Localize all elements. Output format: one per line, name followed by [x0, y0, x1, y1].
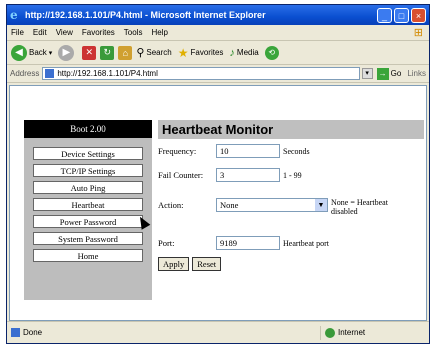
close-button[interactable]: × [411, 7, 426, 23]
forward-arrow-icon: ▶ [58, 44, 75, 61]
nav-auto-ping[interactable]: Auto Ping [33, 181, 143, 194]
home-icon[interactable]: ⌂ [118, 45, 133, 60]
menu-tools[interactable]: Tools [124, 28, 143, 37]
action-select[interactable]: None ▼ [216, 198, 328, 212]
go-label: Go [390, 69, 402, 78]
status-text: Done [23, 328, 43, 337]
nav-power-password[interactable]: Power Password [33, 215, 143, 228]
nav-heartbeat[interactable]: Heartbeat [33, 198, 143, 211]
forward-button[interactable]: ▶ [58, 44, 76, 61]
globe-icon [325, 327, 335, 338]
port-row: Port: 9189 Heartbeat port [158, 236, 329, 250]
menu-edit[interactable]: Edit [33, 28, 47, 37]
sidebar: Boot 2.00 Device Settings TCP/IP Setting… [24, 120, 152, 300]
back-label: Back [29, 48, 47, 57]
menu-help[interactable]: Help [151, 28, 167, 37]
address-input[interactable]: http://192.168.1.101/P4.html [42, 67, 360, 80]
go-button[interactable]: → Go [376, 67, 402, 80]
browser-window: e http://192.168.1.101/P4.html - Microso… [6, 4, 430, 344]
address-bar: Address http://192.168.1.101/P4.html ▾ →… [7, 65, 429, 83]
reset-button[interactable]: Reset [192, 257, 222, 271]
main-panel: Heartbeat Monitor Frequency: 10 Seconds … [158, 120, 424, 271]
refresh-icon[interactable]: ↻ [100, 45, 115, 60]
go-arrow-icon: → [376, 67, 389, 80]
action-label: Action: [158, 200, 184, 210]
search-label: Search [146, 48, 172, 57]
page-content: Boot 2.00 Device Settings TCP/IP Setting… [9, 85, 427, 321]
nav-device-settings[interactable]: Device Settings [33, 147, 143, 160]
stop-icon[interactable]: ✕ [82, 45, 97, 60]
back-dropdown-icon[interactable]: ▾ [49, 49, 53, 57]
fail-counter-input[interactable]: 3 [216, 168, 280, 182]
action-row: Action: None ▼ None = Heartbeat disabled [158, 198, 411, 216]
star-icon: ★ [177, 45, 189, 60]
history-icon[interactable]: ⟲ [264, 45, 279, 60]
media-icon: ♪ [229, 46, 235, 59]
title-bar[interactable]: e http://192.168.1.101/P4.html - Microso… [7, 5, 429, 25]
media-button[interactable]: ♪ Media [229, 47, 258, 59]
nav-tcpip-settings[interactable]: TCP/IP Settings [33, 164, 143, 177]
address-dropdown-icon[interactable]: ▾ [361, 68, 373, 79]
back-arrow-icon: ◀ [11, 44, 27, 61]
page-icon [11, 328, 20, 337]
menu-file[interactable]: File [11, 28, 24, 37]
action-selected-value: None [220, 200, 239, 210]
frequency-label: Frequency: [158, 146, 197, 156]
back-button[interactable]: ◀ Back ▾ [11, 44, 53, 61]
port-label: Port: [158, 238, 175, 248]
frequency-input[interactable]: 10 [216, 144, 280, 158]
fail-counter-label: Fail Counter: [158, 169, 204, 180]
frequency-row: Frequency: 10 Seconds [158, 144, 310, 158]
address-label: Address [10, 69, 40, 78]
maximize-button[interactable]: □ [394, 7, 409, 23]
search-icon: ⚲ [136, 47, 145, 59]
favorites-button[interactable]: ★ Favorites [178, 46, 224, 60]
boot-version: Boot 2.00 [24, 120, 152, 138]
fail-counter-range: 1 - 99 [283, 170, 302, 180]
page-title: Heartbeat Monitor [158, 120, 424, 139]
nav-home[interactable]: Home [33, 249, 143, 262]
favorites-label: Favorites [190, 48, 224, 57]
address-url: http://192.168.1.101/P4.html [57, 69, 158, 78]
page-icon [45, 69, 55, 78]
security-zone: Internet [320, 325, 425, 340]
zone-text: Internet [338, 328, 366, 337]
nav-system-password[interactable]: System Password [33, 232, 143, 245]
search-button[interactable]: ⚲ Search [136, 46, 171, 59]
media-label: Media [236, 48, 259, 57]
window-title: http://192.168.1.101/P4.html - Microsoft… [25, 10, 266, 20]
menu-bar: File Edit View Favorites Tools Help ⊞ [7, 25, 429, 41]
status-left: Done [11, 328, 320, 337]
action-note: None = Heartbeat disabled [331, 198, 388, 216]
fail-counter-row: Fail Counter: 3 1 - 99 [158, 168, 302, 182]
port-note: Heartbeat port [283, 238, 329, 248]
port-input[interactable]: 9189 [216, 236, 280, 250]
menu-favorites[interactable]: Favorites [82, 28, 115, 37]
apply-button[interactable]: Apply [158, 257, 190, 271]
chevron-down-icon[interactable]: ▼ [315, 199, 327, 211]
links-button[interactable]: Links [407, 69, 426, 78]
menu-view[interactable]: View [56, 28, 73, 37]
ie-icon: e [10, 8, 18, 22]
minimize-button[interactable]: _ [377, 7, 392, 23]
toolbar: ◀ Back ▾ ▶ ✕ ↻ ⌂ ⚲ Search ★ Favorites ♪ … [7, 41, 429, 65]
form-buttons: Apply Reset [158, 257, 224, 271]
status-bar: Done Internet [7, 321, 429, 343]
windows-logo-icon: ⊞ [413, 27, 423, 39]
frequency-unit: Seconds [283, 146, 310, 156]
